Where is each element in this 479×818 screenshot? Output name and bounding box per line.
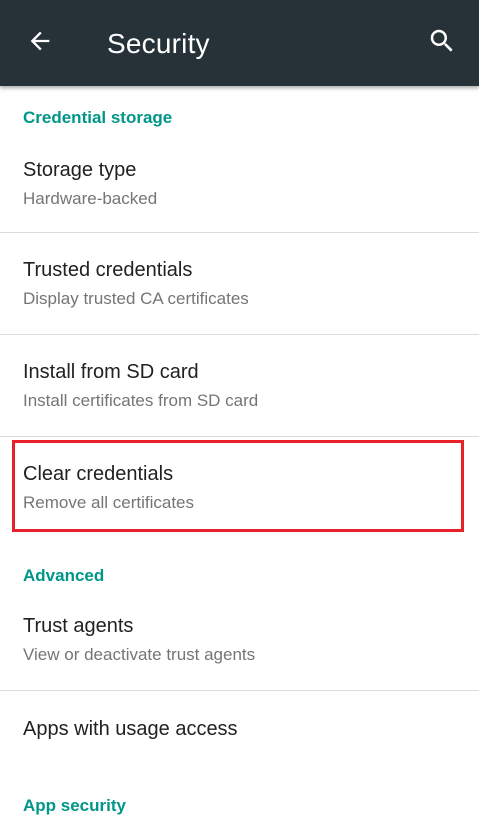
- pref-trust-agents[interactable]: Trust agents View or deactivate trust ag…: [0, 602, 479, 690]
- pref-summary: Display trusted CA certificates: [23, 289, 249, 308]
- pref-title: Apps with usage access: [23, 718, 238, 740]
- category-app-security: App security: [23, 796, 126, 815]
- pref-title: Storage type: [23, 159, 137, 181]
- security-settings-screen: Security Credential storage Storage type…: [0, 0, 479, 818]
- category-advanced: Advanced: [23, 566, 105, 585]
- back-button[interactable]: [16, 19, 64, 67]
- pref-title: Install from SD card: [23, 361, 199, 383]
- pref-title: Clear credentials: [23, 463, 174, 485]
- search-icon: [427, 26, 457, 61]
- pref-summary: Install certificates from SD card: [23, 391, 259, 410]
- page-title: Security: [107, 28, 210, 59]
- pref-storage-type[interactable]: Storage type Hardware-backed: [0, 146, 479, 232]
- category-credential-storage: Credential storage: [23, 108, 173, 127]
- pref-summary: Remove all certificates: [23, 493, 195, 512]
- pref-summary: View or deactivate trust agents: [23, 645, 256, 664]
- pref-apps-with-usage-access[interactable]: Apps with usage access: [0, 691, 479, 771]
- pref-clear-credentials[interactable]: Clear credentials Remove all certificate…: [0, 437, 479, 537]
- app-bar: Security: [0, 0, 479, 86]
- settings-list: Credential storage Storage type Hardware…: [0, 86, 479, 818]
- arrow-back-icon: [26, 27, 54, 60]
- pref-trusted-credentials[interactable]: Trusted credentials Display trusted CA c…: [0, 233, 479, 334]
- pref-summary: Hardware-backed: [23, 189, 158, 208]
- pref-title: Trusted credentials: [23, 259, 193, 281]
- pref-title: Trust agents: [23, 615, 134, 637]
- pref-install-from-sd-card[interactable]: Install from SD card Install certificate…: [0, 335, 479, 436]
- search-button[interactable]: [418, 19, 466, 67]
